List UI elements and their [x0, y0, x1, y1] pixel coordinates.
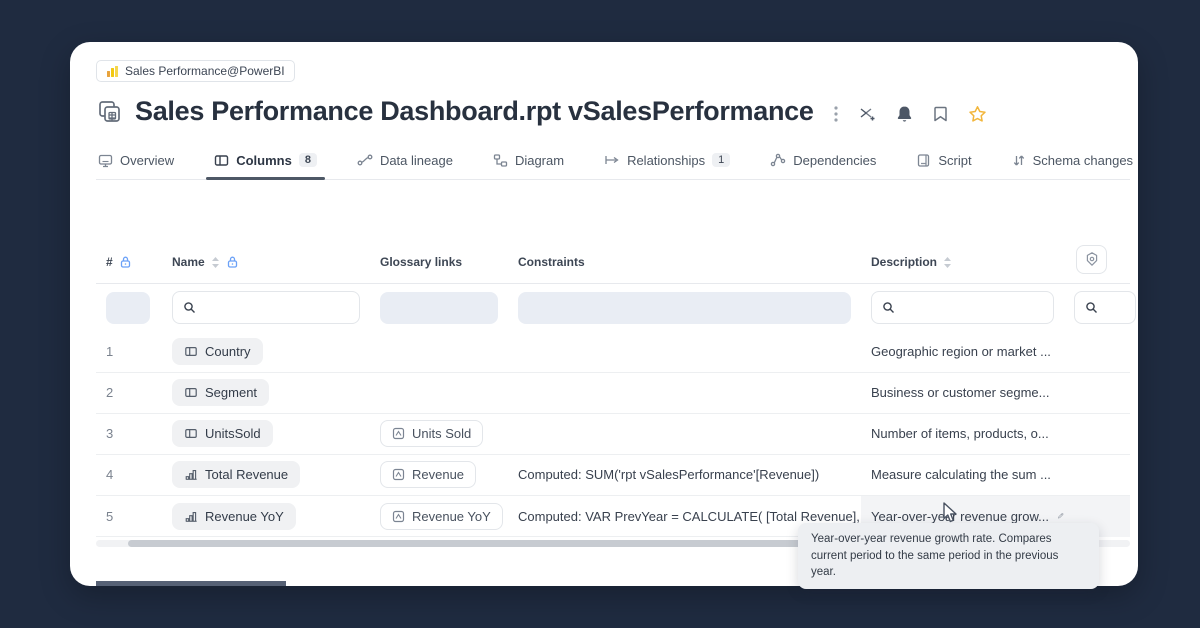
description-cell[interactable]: Measure calculating the sum ...	[861, 467, 1064, 482]
bookmark-icon[interactable]	[933, 105, 948, 123]
measure-pill-total-revenue[interactable]: Total Revenue	[172, 461, 300, 488]
gear-icon	[1084, 251, 1100, 267]
measure-icon	[184, 510, 198, 523]
filter-num-disabled	[106, 292, 150, 324]
columns-table: # Name Glossary links Constraints Descri…	[96, 242, 1130, 547]
main-card: Sales Performance@PowerBI Sales Performa…	[70, 42, 1138, 586]
glossary-pill-revenue[interactable]: Revenue	[380, 461, 476, 488]
filter-glossary-disabled	[380, 292, 498, 324]
star-icon[interactable]	[968, 105, 987, 123]
table-row: 2 Segment Business or customer segme...	[96, 373, 1130, 414]
tab-overview[interactable]: Overview	[96, 147, 176, 179]
source-badge[interactable]: Sales Performance@PowerBI	[96, 60, 295, 82]
header-glossary-links[interactable]: Glossary links	[370, 255, 508, 269]
script-icon	[916, 153, 931, 168]
dependencies-icon	[770, 153, 786, 167]
header-description[interactable]: Description	[861, 255, 1064, 269]
constraint-cell: Computed: SUM('rpt vSalesPerformance'[Re…	[508, 467, 861, 482]
column-pill-unitssold[interactable]: UnitsSold	[172, 420, 273, 447]
search-icon	[882, 301, 895, 314]
filter-constraints-disabled	[518, 292, 851, 324]
description-cell[interactable]: Geographic region or market ...	[861, 344, 1064, 359]
extra-filter[interactable]	[1074, 291, 1136, 324]
tab-columns-count: 8	[299, 153, 317, 167]
table-row: 3 UnitsSold Units Sold Number of items, …	[96, 414, 1130, 455]
tab-dependencies[interactable]: Dependencies	[768, 147, 878, 179]
header-constraints[interactable]: Constraints	[508, 255, 861, 269]
tab-diagram[interactable]: Diagram	[491, 147, 566, 179]
column-pill-country[interactable]: Country	[172, 338, 263, 365]
tab-data-lineage[interactable]: Data lineage	[355, 147, 455, 179]
glossary-pill-revenue-yoy[interactable]: Revenue YoY	[380, 503, 503, 530]
measure-icon	[184, 468, 198, 481]
row-num: 5	[96, 509, 162, 524]
more-menu-button[interactable]	[834, 105, 838, 123]
lock-icon	[119, 255, 132, 269]
relationships-icon	[604, 153, 620, 167]
share-plus-icon[interactable]	[858, 105, 876, 123]
column-pill-segment[interactable]: Segment	[172, 379, 269, 406]
description-cell[interactable]: Number of items, products, o...	[861, 426, 1064, 441]
description-tooltip: Year-over-year revenue growth rate. Comp…	[798, 523, 1099, 589]
glossary-term-icon	[392, 468, 405, 481]
description-cell[interactable]: Business or customer segme...	[861, 385, 1064, 400]
table-header: # Name Glossary links Constraints Descri…	[96, 242, 1130, 284]
measure-pill-revenue-yoy[interactable]: Revenue YoY	[172, 503, 296, 530]
search-icon	[1085, 301, 1098, 314]
description-filter-input[interactable]	[901, 300, 1043, 315]
header-name[interactable]: Name	[162, 255, 370, 269]
page-title: Sales Performance Dashboard.rpt vSalesPe…	[135, 96, 814, 127]
columns-icon	[214, 153, 229, 168]
sort-icon	[943, 256, 952, 269]
column-icon	[184, 386, 198, 399]
search-icon	[183, 301, 196, 314]
view-entity-icon	[96, 98, 123, 125]
powerbi-icon	[106, 65, 119, 78]
column-icon	[184, 427, 198, 440]
lock-icon	[226, 255, 239, 269]
table-settings-button[interactable]	[1076, 245, 1107, 274]
column-icon	[184, 345, 198, 358]
tab-relationships[interactable]: Relationships 1	[602, 147, 732, 179]
row-num: 3	[96, 426, 162, 441]
description-filter[interactable]	[871, 291, 1054, 324]
tab-bar: Overview Columns 8 Data lineage Diagram …	[96, 147, 1130, 180]
schema-changes-icon	[1012, 153, 1026, 168]
diagram-icon	[493, 153, 508, 168]
tab-relationships-count: 1	[712, 153, 730, 167]
glossary-pill-units-sold[interactable]: Units Sold	[380, 420, 483, 447]
table-row: 1 Country Geographic region or market ..…	[96, 332, 1130, 373]
row-num: 4	[96, 467, 162, 482]
glossary-term-icon	[392, 510, 405, 523]
sort-icon	[211, 256, 220, 269]
header-num[interactable]: #	[96, 255, 162, 269]
lineage-icon	[357, 153, 373, 167]
source-badge-label: Sales Performance@PowerBI	[125, 64, 285, 78]
row-num: 2	[96, 385, 162, 400]
table-row: 4 Total Revenue Revenue Computed: SUM('r…	[96, 455, 1130, 496]
glossary-term-icon	[392, 427, 405, 440]
name-filter-input[interactable]	[202, 300, 349, 315]
edit-icon[interactable]	[1057, 509, 1064, 523]
tab-schema-changes[interactable]: Schema changes 1	[1010, 147, 1138, 179]
tab-script[interactable]: Script	[914, 147, 973, 179]
overview-icon	[98, 153, 113, 168]
bell-icon[interactable]	[896, 105, 913, 123]
constraint-cell: Computed: VAR PrevYear = CALCULATE( [Tot…	[508, 509, 861, 524]
tab-columns[interactable]: Columns 8	[212, 147, 319, 179]
partial-footer-element	[96, 581, 286, 586]
filter-row	[96, 284, 1130, 332]
row-num: 1	[96, 344, 162, 359]
name-filter[interactable]	[172, 291, 360, 324]
